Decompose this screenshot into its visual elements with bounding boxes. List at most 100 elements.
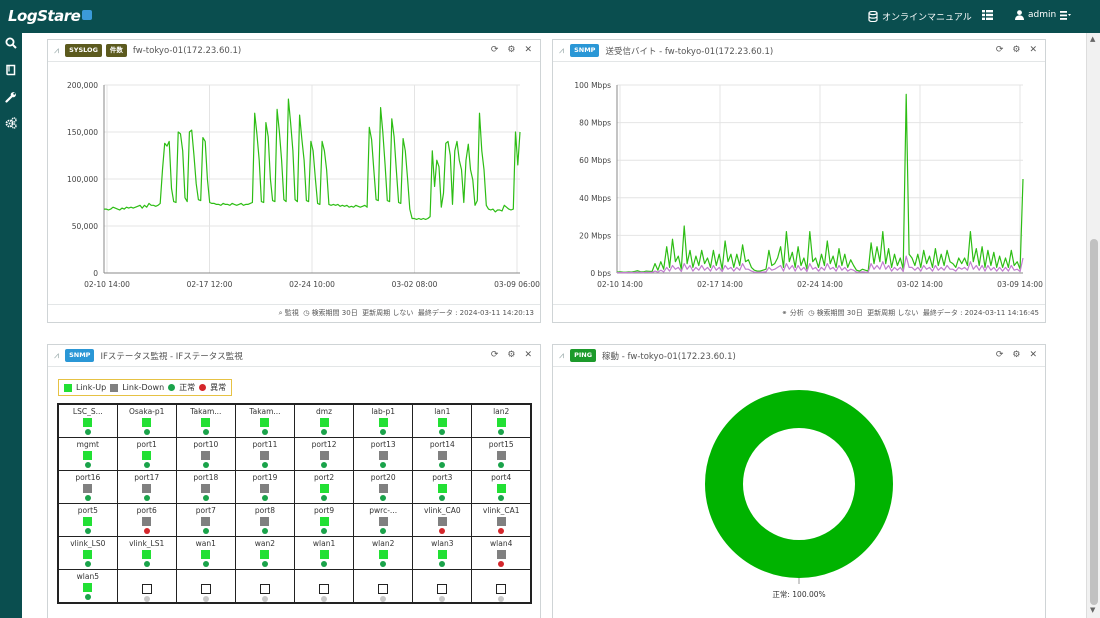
link-up-indicator <box>496 418 506 427</box>
interface-cell[interactable]: port3 <box>412 469 473 504</box>
link-unknown-indicator <box>259 583 270 594</box>
link-down-indicator <box>319 450 329 460</box>
link-up-indicator <box>260 549 270 559</box>
interface-cell[interactable]: wan2 <box>234 535 296 570</box>
logstare-logo[interactable]: LogStare <box>8 7 93 25</box>
interface-cell <box>353 568 414 603</box>
sidebar-book-button[interactable] <box>3 62 19 78</box>
interface-cell[interactable]: mgmt <box>57 436 118 471</box>
settings-icon[interactable]: ⚙ <box>1012 350 1020 360</box>
link-down-indicator <box>142 483 152 493</box>
pulse-icon: ⩘ <box>54 45 60 56</box>
link-unknown-indicator <box>437 583 448 594</box>
interface-cell[interactable]: port10 <box>175 436 236 471</box>
interface-cell[interactable]: port13 <box>353 436 414 471</box>
sidebar-search-button[interactable] <box>3 35 19 51</box>
interface-cell[interactable]: wan1 <box>175 535 236 570</box>
link-up-indicator <box>83 582 93 592</box>
settings-icon[interactable]: ⚙ <box>507 350 515 360</box>
user-name-label: admin <box>1028 10 1057 20</box>
sidebar-tools-button[interactable] <box>3 89 19 105</box>
interface-cell[interactable]: LSC_S... <box>57 403 118 438</box>
interface-name: lan1 <box>434 407 451 416</box>
interface-cell[interactable]: port18 <box>175 469 236 504</box>
interface-cell[interactable]: port8 <box>234 502 296 537</box>
page-scrollbar[interactable]: ▲ ▼ <box>1086 33 1100 618</box>
interface-cell <box>293 568 355 603</box>
logo-badge-icon <box>82 10 93 20</box>
scroll-thumb[interactable] <box>1090 239 1098 605</box>
scroll-down-icon[interactable]: ▼ <box>1090 606 1095 614</box>
interface-name: vlink_LS0 <box>70 538 106 548</box>
interface-cell[interactable]: wlan1 <box>293 535 355 570</box>
scroll-up-icon[interactable]: ▲ <box>1090 35 1095 43</box>
interface-cell[interactable]: dmz <box>293 403 355 438</box>
interface-cell[interactable]: port12 <box>293 436 355 471</box>
interface-cell[interactable]: wlan5 <box>57 568 118 603</box>
snmp-bytes-panel-footer: ⚭ 分析 ◷ 検索期間 30日 更新周期 しない 最終データ : 2024-03… <box>553 304 1045 322</box>
interface-cell[interactable]: port11 <box>234 436 296 471</box>
interface-cell[interactable]: port2 <box>293 469 355 504</box>
interface-cell[interactable]: port20 <box>353 469 414 504</box>
list-menu-button[interactable] <box>982 10 993 20</box>
refresh-icon[interactable]: ⟳ <box>491 350 499 360</box>
status-ok-dot <box>202 527 209 534</box>
refresh-icon[interactable]: ⟳ <box>996 45 1004 55</box>
interface-cell[interactable]: port9 <box>293 502 355 537</box>
interface-cell[interactable]: wlan3 <box>412 535 473 570</box>
close-icon[interactable]: ✕ <box>524 45 532 55</box>
interface-cell[interactable]: Takam... <box>234 403 296 438</box>
interface-cell[interactable]: port5 <box>57 502 118 537</box>
interface-cell[interactable]: lan2 <box>471 403 532 438</box>
link-down-swatch <box>110 383 119 392</box>
interface-cell[interactable]: vlink_LS0 <box>57 535 118 570</box>
link-up-indicator <box>142 418 152 427</box>
online-manual-label: オンラインマニュアル <box>882 13 972 23</box>
status-unknown-dot <box>143 595 150 602</box>
close-icon[interactable]: ✕ <box>1029 350 1037 360</box>
user-menu[interactable]: admin <box>1015 10 1072 20</box>
status-ok-dot <box>261 527 268 534</box>
count-tag: 件数 <box>105 44 127 57</box>
x-tick-label: 03-09 06:00 <box>494 280 540 289</box>
analysis-mode-icon: ⚭ <box>781 309 788 317</box>
online-manual-link[interactable]: オンラインマニュアル <box>868 10 972 23</box>
interface-cell[interactable]: vlink_CA0 <box>412 502 473 537</box>
interface-cell[interactable]: port7 <box>175 502 236 537</box>
interface-cell[interactable]: Takam... <box>175 403 236 438</box>
interface-cell[interactable]: port1 <box>116 436 177 471</box>
status-ng-dot <box>143 527 150 534</box>
link-down-indicator <box>142 516 152 526</box>
footer-mode[interactable]: 分析 <box>790 309 804 317</box>
settings-icon[interactable]: ⚙ <box>1012 45 1020 55</box>
interface-cell[interactable]: lab-p1 <box>353 403 414 438</box>
interface-cell[interactable]: pwrc-... <box>353 502 414 537</box>
interface-cell[interactable]: port19 <box>234 469 296 504</box>
sidebar-settings-button[interactable] <box>3 115 19 131</box>
interface-cell[interactable]: port15 <box>471 436 532 471</box>
interface-cell[interactable]: port14 <box>412 436 473 471</box>
interface-cell[interactable]: wlan2 <box>353 535 414 570</box>
interface-cell[interactable]: lan1 <box>412 403 473 438</box>
interface-cell[interactable]: vlink_CA1 <box>471 502 532 537</box>
legend-ok: 正常 <box>179 383 196 392</box>
interface-cell[interactable]: port4 <box>471 469 532 504</box>
interface-cell[interactable]: port6 <box>116 502 177 537</box>
interface-cell[interactable]: vlink_LS1 <box>116 535 177 570</box>
link-up-indicator <box>83 516 93 526</box>
interface-name: wlan2 <box>372 538 395 548</box>
link-up-indicator <box>319 483 329 493</box>
settings-icon[interactable]: ⚙ <box>507 45 515 55</box>
x-tick-label: 02-24 10:00 <box>289 280 335 289</box>
footer-mode[interactable]: 監視 <box>285 309 299 317</box>
interface-cell[interactable]: Osaka-p1 <box>116 403 177 438</box>
refresh-icon[interactable]: ⟳ <box>996 350 1004 360</box>
close-icon[interactable]: ✕ <box>1029 45 1037 55</box>
interface-cell[interactable]: port16 <box>57 469 118 504</box>
x-tick-label: 02-17 14:00 <box>697 280 743 289</box>
status-unknown-dot <box>498 595 505 602</box>
refresh-icon[interactable]: ⟳ <box>491 45 499 55</box>
interface-cell[interactable]: port17 <box>116 469 177 504</box>
close-icon[interactable]: ✕ <box>524 350 532 360</box>
interface-cell[interactable]: wlan4 <box>471 535 532 570</box>
